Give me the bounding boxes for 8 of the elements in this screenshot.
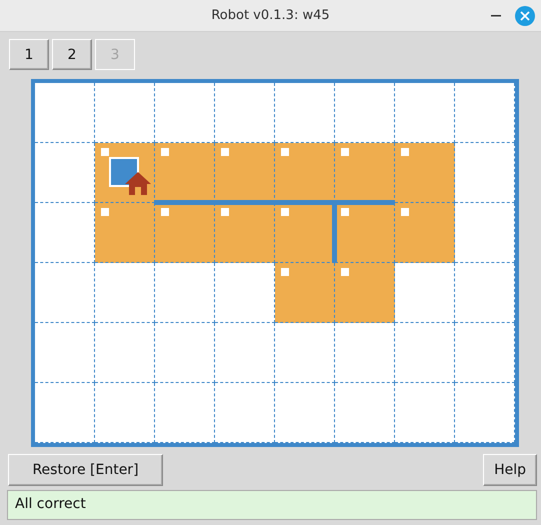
close-icon[interactable] (515, 6, 535, 26)
status-message: All correct (7, 490, 537, 520)
help-button[interactable]: Help (483, 454, 537, 486)
window-title: Robot v0.1.3: w45 (211, 8, 330, 23)
restore-button[interactable]: Restore [Enter] (8, 454, 163, 486)
level-tab[interactable]: 1 (9, 39, 49, 70)
level-tab[interactable]: 2 (52, 39, 92, 70)
minimize-icon[interactable] (491, 14, 501, 18)
